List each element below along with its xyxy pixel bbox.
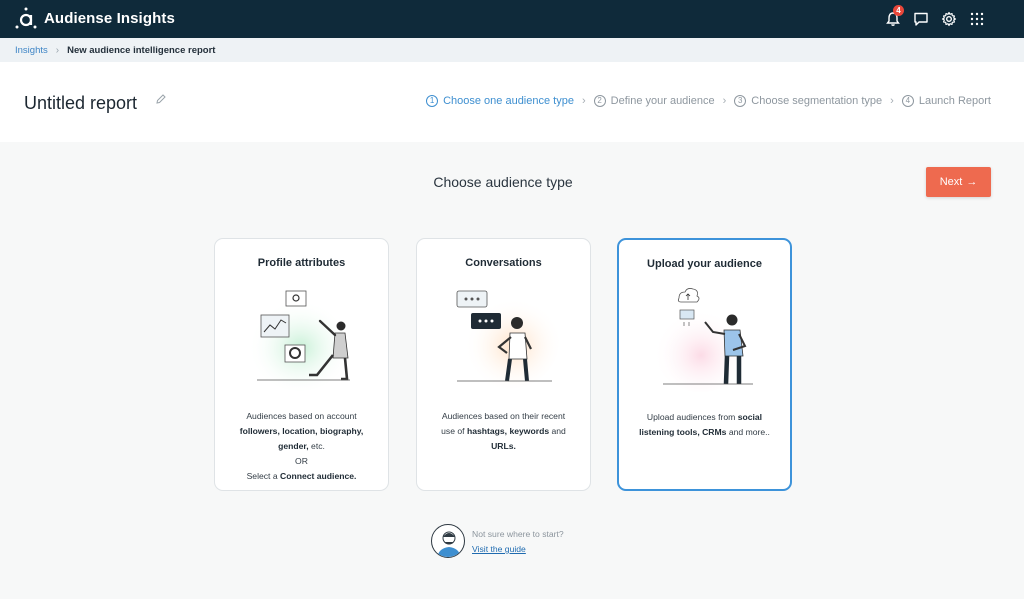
chevron-right-icon: › bbox=[722, 95, 727, 107]
card-title: Profile attributes bbox=[257, 257, 346, 269]
card-title: Upload your audience bbox=[647, 258, 762, 270]
step-define-audience[interactable]: 2 Define your audience bbox=[593, 95, 715, 107]
step-choose-segmentation[interactable]: 3 Choose segmentation type bbox=[734, 95, 882, 107]
card-description: Audiences based on account followers, lo… bbox=[239, 411, 364, 481]
top-navbar: Audiense Insights 4 bbox=[0, 0, 1024, 38]
breadcrumb-current: New audience intelligence report bbox=[67, 44, 216, 56]
step-choose-audience-type[interactable]: 1 Choose one audience type bbox=[426, 95, 574, 107]
next-button[interactable]: Next → bbox=[926, 167, 991, 197]
card-description: Audiences based on their recent use of h… bbox=[441, 411, 566, 451]
pencil-edit-icon[interactable] bbox=[155, 93, 167, 105]
card-description: Upload audiences from social listening t… bbox=[639, 412, 770, 437]
step-launch-report[interactable]: 4 Launch Report bbox=[901, 95, 991, 107]
apps-menu-button[interactable] bbox=[966, 8, 988, 30]
step-number-2: 2 bbox=[593, 95, 606, 107]
card-conversations[interactable]: Conversations Audiences based on their r… bbox=[416, 238, 591, 491]
visit-guide-link[interactable]: Visit the guide bbox=[472, 544, 526, 554]
step-label: Define your audience bbox=[610, 95, 715, 107]
report-title[interactable]: Untitled report bbox=[24, 93, 137, 114]
apps-grid-icon bbox=[970, 12, 984, 26]
gear-icon bbox=[941, 11, 957, 27]
audiense-logo-icon[interactable] bbox=[14, 6, 38, 30]
settings-button[interactable] bbox=[938, 8, 960, 30]
report-header: Untitled report 1 Choose one audience ty… bbox=[0, 62, 1024, 142]
upload-audience-illustration bbox=[653, 288, 753, 392]
breadcrumb: Insights › New audience intelligence rep… bbox=[0, 38, 1024, 62]
card-upload-audience[interactable]: Upload your audience Upload audiences fr… bbox=[617, 238, 792, 491]
step-number-1: 1 bbox=[426, 95, 439, 107]
next-button-label: Next bbox=[939, 176, 963, 188]
conversations-illustration bbox=[456, 290, 559, 389]
chevron-right-icon: › bbox=[581, 95, 586, 107]
breadcrumb-insights-link[interactable]: Insights bbox=[15, 45, 48, 56]
guide-question: Not sure where to start? bbox=[472, 529, 564, 539]
chevron-right-icon: › bbox=[890, 95, 894, 107]
step-number-3: 3 bbox=[734, 95, 747, 107]
notification-badge: 4 bbox=[893, 5, 904, 16]
step-label: Choose one audience type bbox=[443, 95, 574, 107]
app-title[interactable]: Audiense Insights bbox=[44, 10, 175, 27]
breadcrumb-chevron-icon: › bbox=[55, 44, 60, 56]
step-label: Launch Report bbox=[918, 95, 991, 107]
card-profile-attributes[interactable]: Profile attributes Audiences based on ac… bbox=[214, 238, 389, 491]
chat-icon bbox=[914, 12, 928, 26]
section-title: Choose audience type bbox=[433, 174, 573, 190]
messages-button[interactable] bbox=[910, 8, 932, 30]
wizard-steps: 1 Choose one audience type › 2 Define yo… bbox=[426, 95, 991, 107]
profile-attributes-illustration bbox=[248, 290, 352, 391]
step-number-4: 4 bbox=[901, 95, 914, 107]
guide-avatar bbox=[431, 524, 465, 558]
card-title: Conversations bbox=[465, 257, 542, 269]
arrow-right-icon: → bbox=[966, 176, 978, 188]
step-label: Choose segmentation type bbox=[751, 95, 883, 107]
person-avatar-icon bbox=[437, 531, 461, 557]
notifications-button[interactable]: 4 bbox=[882, 5, 904, 30]
